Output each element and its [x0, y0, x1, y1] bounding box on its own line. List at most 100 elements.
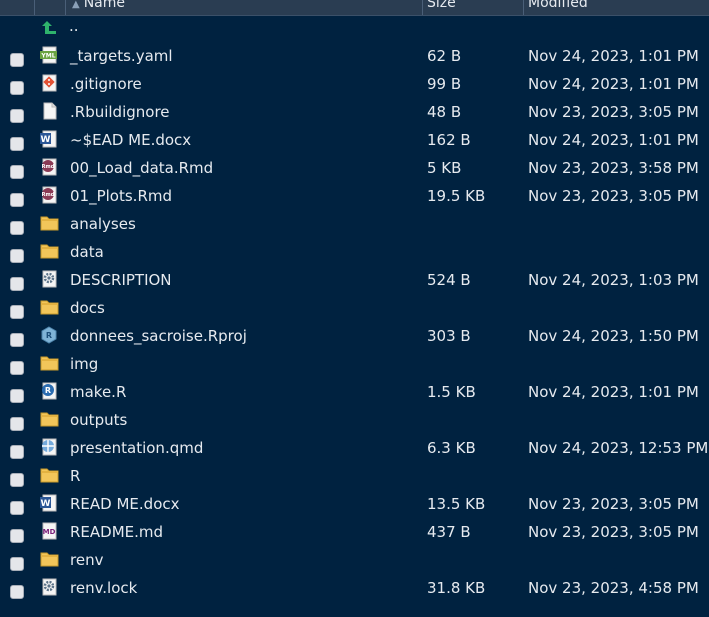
- file-name-link[interactable]: _targets.yaml: [70, 47, 173, 65]
- svg-text:MD: MD: [43, 528, 56, 536]
- file-row[interactable]: renv.lock 31.8 KB Nov 23, 2023, 4:58 PM: [0, 575, 709, 603]
- row-checkbox[interactable]: [10, 333, 24, 347]
- folder-icon: [40, 242, 60, 260]
- yaml-file-icon: YML: [40, 46, 60, 64]
- file-name-link[interactable]: presentation.qmd: [70, 439, 203, 457]
- file-row[interactable]: Rdonnees_sacroise.Rproj 303 B Nov 24, 2023…: [0, 323, 709, 351]
- folder-row[interactable]: R: [0, 463, 709, 491]
- file-size: 162 B: [427, 131, 471, 149]
- svg-text:R: R: [45, 386, 51, 395]
- row-checkbox[interactable]: [10, 305, 24, 319]
- file-name-link[interactable]: img: [70, 355, 98, 373]
- file-size: 437 B: [427, 523, 471, 541]
- file-row[interactable]: Rmd 01_Plots.Rmd 19.5 KB Nov 23, 2023, 3:05…: [0, 183, 709, 211]
- row-checkbox[interactable]: [10, 165, 24, 179]
- file-modified-date: Nov 24, 2023, 1:01 PM: [528, 75, 699, 93]
- folder-row[interactable]: analyses: [0, 211, 709, 239]
- column-divider[interactable]: [65, 0, 66, 15]
- column-divider[interactable]: [523, 0, 524, 15]
- row-checkbox[interactable]: [10, 137, 24, 151]
- row-checkbox[interactable]: [10, 277, 24, 291]
- file-size: 13.5 KB: [427, 495, 486, 513]
- name-column-header[interactable]: ▲ Name: [72, 0, 125, 13]
- file-name-link[interactable]: donnees_sacroise.Rproj: [70, 327, 247, 345]
- file-modified-date: Nov 24, 2023, 1:01 PM: [528, 383, 699, 401]
- file-size: 5 KB: [427, 159, 462, 177]
- up-arrow-icon: [42, 21, 56, 34]
- blank-file-icon: [40, 102, 60, 120]
- file-size: 1.5 KB: [427, 383, 476, 401]
- svg-text:YML: YML: [40, 53, 55, 60]
- file-name-link[interactable]: analyses: [70, 215, 136, 233]
- row-checkbox[interactable]: [10, 417, 24, 431]
- row-checkbox[interactable]: [10, 557, 24, 571]
- header-checkbox-column: [0, 0, 34, 13]
- file-name-link[interactable]: ~$EAD ME.docx: [70, 131, 191, 149]
- file-row[interactable]: W READ ME.docx 13.5 KB Nov 23, 2023, 3:05 P…: [0, 491, 709, 519]
- file-row[interactable]: Rmd 00_Load_data.Rmd 5 KB Nov 23, 2023, 3:5…: [0, 155, 709, 183]
- file-size: 99 B: [427, 75, 462, 93]
- size-column-label: Size: [427, 0, 456, 11]
- row-checkbox[interactable]: [10, 473, 24, 487]
- file-row[interactable]: .Rbuildignore 48 B Nov 23, 2023, 3:05 PM: [0, 99, 709, 127]
- file-name-link[interactable]: 00_Load_data.Rmd: [70, 159, 213, 177]
- folder-row[interactable]: data: [0, 239, 709, 267]
- file-name-link[interactable]: make.R: [70, 383, 126, 401]
- r-file-icon: R: [40, 382, 60, 400]
- file-size: 524 B: [427, 271, 471, 289]
- word-file-icon: W: [40, 494, 60, 512]
- file-name-link[interactable]: .Rbuildignore: [70, 103, 170, 121]
- file-row[interactable]: Rmake.R 1.5 KB Nov 24, 2023, 1:01 PM: [0, 379, 709, 407]
- row-checkbox[interactable]: [10, 529, 24, 543]
- file-name-link[interactable]: DESCRIPTION: [70, 271, 172, 289]
- file-name-link[interactable]: R: [70, 467, 80, 485]
- file-row[interactable]: .gitignore 99 B Nov 24, 2023, 1:01 PM: [0, 71, 709, 99]
- file-name-link[interactable]: docs: [70, 299, 105, 317]
- file-name-link[interactable]: data: [70, 243, 104, 261]
- file-name-link[interactable]: .gitignore: [70, 75, 142, 93]
- row-checkbox[interactable]: [10, 585, 24, 599]
- file-name-link[interactable]: 01_Plots.Rmd: [70, 187, 172, 205]
- file-size: 31.8 KB: [427, 579, 486, 597]
- file-row[interactable]: YML _targets.yaml 62 B Nov 24, 2023, 1:01 P…: [0, 43, 709, 71]
- rproj-file-icon: R: [40, 326, 60, 344]
- file-list-header: ▲ Name Size Modified: [0, 0, 709, 16]
- file-row[interactable]: DESCRIPTION 524 B Nov 24, 2023, 1:03 PM: [0, 267, 709, 295]
- file-modified-date: Nov 24, 2023, 1:50 PM: [528, 327, 699, 345]
- word-file-icon: W: [40, 130, 60, 148]
- file-size: 6.3 KB: [427, 439, 476, 457]
- folder-row[interactable]: img: [0, 351, 709, 379]
- folder-row[interactable]: outputs: [0, 407, 709, 435]
- file-modified-date: Nov 24, 2023, 1:03 PM: [528, 271, 699, 289]
- row-checkbox[interactable]: [10, 249, 24, 263]
- markdown-file-icon: MD: [40, 522, 60, 540]
- file-name-link[interactable]: renv.lock: [70, 579, 137, 597]
- file-name-link[interactable]: outputs: [70, 411, 127, 429]
- folder-row[interactable]: docs: [0, 295, 709, 323]
- modified-column-header[interactable]: Modified: [528, 0, 588, 13]
- row-checkbox[interactable]: [10, 53, 24, 67]
- file-row[interactable]: presentation.qmd 6.3 KB Nov 24, 2023, 12:5…: [0, 435, 709, 463]
- file-row[interactable]: MD README.md 437 B Nov 23, 2023, 3:05 PM: [0, 519, 709, 547]
- folder-row[interactable]: renv: [0, 547, 709, 575]
- file-name-link[interactable]: READ ME.docx: [70, 495, 180, 513]
- rmd-file-icon: Rmd: [40, 158, 60, 176]
- row-checkbox[interactable]: [10, 361, 24, 375]
- column-divider[interactable]: [422, 0, 423, 15]
- row-checkbox[interactable]: [10, 389, 24, 403]
- row-checkbox[interactable]: [10, 221, 24, 235]
- parent-directory-link[interactable]: ..: [69, 17, 79, 35]
- file-modified-date: Nov 23, 2023, 3:05 PM: [528, 523, 699, 541]
- size-column-header[interactable]: Size: [427, 0, 456, 13]
- file-modified-date: Nov 23, 2023, 3:58 PM: [528, 159, 699, 177]
- file-name-link[interactable]: renv: [70, 551, 103, 569]
- row-checkbox[interactable]: [10, 445, 24, 459]
- parent-directory-row[interactable]: ..: [0, 15, 709, 43]
- row-checkbox[interactable]: [10, 109, 24, 123]
- file-row[interactable]: W ~$EAD ME.docx 162 B Nov 24, 2023, 1:01 PM: [0, 127, 709, 155]
- row-checkbox[interactable]: [10, 501, 24, 515]
- folder-icon: [40, 466, 60, 484]
- file-name-link[interactable]: README.md: [70, 523, 163, 541]
- row-checkbox[interactable]: [10, 193, 24, 207]
- row-checkbox[interactable]: [10, 81, 24, 95]
